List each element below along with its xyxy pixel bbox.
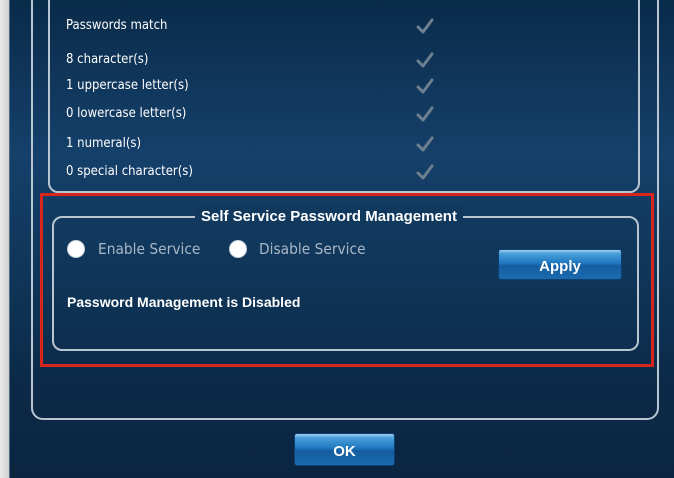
requirement-row-length: 8 character(s) (66, 50, 486, 70)
requirement-label: 1 uppercase letter(s) (66, 78, 189, 93)
dialog-screen: Passwords match 8 character(s) 1 upperca… (0, 0, 674, 478)
self-service-title: Self Service Password Management (195, 207, 463, 227)
ok-button[interactable]: OK (294, 433, 395, 466)
requirement-label: 0 special character(s) (66, 164, 193, 179)
requirement-row-lowercase: 0 lowercase letter(s) (66, 104, 486, 124)
disable-service-label[interactable]: Disable Service (259, 240, 366, 258)
checkmark-icon (416, 136, 434, 152)
requirement-label: 8 character(s) (66, 52, 149, 67)
enable-service-label[interactable]: Enable Service (98, 240, 200, 258)
requirement-row-special: 0 special character(s) (66, 162, 486, 182)
disable-service-radio[interactable] (230, 241, 246, 257)
checkmark-icon (416, 52, 434, 68)
window-edge (0, 0, 9, 478)
apply-button[interactable]: Apply (498, 249, 622, 280)
requirement-label: 1 numeral(s) (66, 136, 142, 151)
requirement-row-numeral: 1 numeral(s) (66, 134, 486, 154)
status-message: Password Management is Disabled (67, 294, 301, 310)
checkmark-icon (416, 18, 434, 34)
checkmark-icon (416, 164, 434, 180)
requirement-row-uppercase: 1 uppercase letter(s) (66, 76, 486, 96)
requirement-label: 0 lowercase letter(s) (66, 106, 187, 121)
requirement-label: Passwords match (66, 18, 168, 33)
enable-service-radio[interactable] (68, 241, 84, 257)
requirement-row-passwords-match: Passwords match (66, 16, 486, 36)
checkmark-icon (416, 78, 434, 94)
checkmark-icon (416, 106, 434, 122)
self-service-panel (52, 216, 639, 351)
